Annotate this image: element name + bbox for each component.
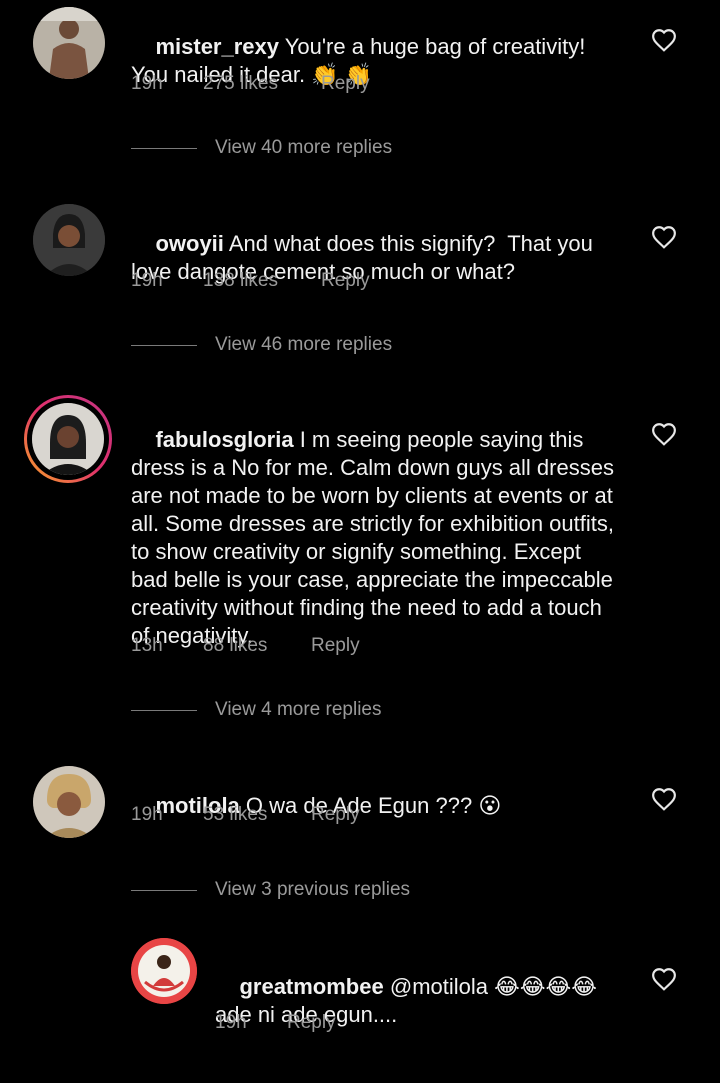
divider-line xyxy=(131,344,197,346)
comment-likes[interactable]: 275 likes xyxy=(203,72,321,96)
avatar-image xyxy=(33,7,105,79)
reply-button[interactable]: Reply xyxy=(311,634,360,658)
view-previous-replies-button[interactable]: View 3 previous replies xyxy=(131,878,410,902)
heart-outline-icon xyxy=(652,968,676,991)
comment-username[interactable]: owoyii xyxy=(155,231,223,256)
comment-likes[interactable]: 138 likes xyxy=(203,269,321,293)
reply-button[interactable]: Reply xyxy=(321,72,370,96)
divider-line xyxy=(131,889,197,891)
comment-item: owoyii And what does this signify? That … xyxy=(0,197,720,367)
heart-outline-icon xyxy=(652,788,676,811)
comment-meta: 19h 275 likes Reply xyxy=(131,72,370,96)
heart-outline-icon xyxy=(652,226,676,249)
reply-button[interactable]: Reply xyxy=(311,803,360,827)
view-replies-label: View 4 more replies xyxy=(215,699,382,720)
avatar-image xyxy=(32,403,104,475)
comment-time: 19h xyxy=(131,804,163,825)
comment-likes[interactable]: 88 likes xyxy=(203,634,311,658)
view-replies-label: View 46 more replies xyxy=(215,334,393,355)
divider-line xyxy=(131,709,197,711)
comment-item: mister_rexy You're a huge bag of creativ… xyxy=(0,0,720,170)
comment-meta: 19h 138 likes Reply xyxy=(131,269,370,293)
avatar[interactable] xyxy=(131,938,197,1004)
avatar-image xyxy=(33,204,105,276)
comment-meta: 19h Reply xyxy=(215,1011,336,1035)
story-ring[interactable] xyxy=(24,395,112,483)
avatar-image xyxy=(33,766,105,838)
avatar[interactable] xyxy=(33,766,105,838)
like-button[interactable] xyxy=(651,787,677,811)
like-button[interactable] xyxy=(651,225,677,249)
comment-username[interactable]: greatmombee xyxy=(239,974,383,999)
comment-body: I m seeing people saying this dress is a… xyxy=(131,427,621,648)
comment-time: 13h xyxy=(131,635,163,656)
comment-text: mister_rexy You're a huge bag of creativ… xyxy=(131,5,611,117)
comment-text: greatmombee @motilola 😂😂😂😂 ade ni ade eg… xyxy=(215,945,615,1057)
view-replies-label: View 3 previous replies xyxy=(215,879,411,900)
view-replies-label: View 40 more replies xyxy=(215,137,393,158)
like-button[interactable] xyxy=(651,422,677,446)
comment-item: fabulosgloria I m seeing people saying t… xyxy=(0,394,720,724)
view-more-replies-button[interactable]: View 40 more replies xyxy=(131,136,392,160)
like-button[interactable] xyxy=(651,28,677,52)
comment-text: owoyii And what does this signify? That … xyxy=(131,202,611,314)
view-more-replies-button[interactable]: View 46 more replies xyxy=(131,333,392,357)
heart-outline-icon xyxy=(652,423,676,446)
avatar-image xyxy=(131,938,197,1004)
avatar[interactable] xyxy=(33,7,105,79)
divider-line xyxy=(131,147,197,149)
view-more-replies-button[interactable]: View 4 more replies xyxy=(131,698,382,722)
comment-time: 19h xyxy=(131,270,163,291)
comment-time: 19h xyxy=(215,1012,247,1033)
like-button[interactable] xyxy=(651,967,677,991)
comment-item: motilola O wa de Ade Egun ??? 😮 19h 53 l… xyxy=(0,759,720,909)
avatar[interactable] xyxy=(33,204,105,276)
comment-username[interactable]: mister_rexy xyxy=(155,34,279,59)
avatar xyxy=(32,403,104,475)
reply-button[interactable]: Reply xyxy=(321,269,370,293)
reply-button[interactable]: Reply xyxy=(287,1011,336,1035)
comment-time: 19h xyxy=(131,73,163,94)
comment-meta: 19h 53 likes Reply xyxy=(131,803,360,827)
heart-outline-icon xyxy=(652,29,676,52)
comment-likes[interactable]: 53 likes xyxy=(203,803,311,827)
comment-username[interactable]: fabulosgloria xyxy=(155,427,293,452)
reply-item: greatmombee @motilola 😂😂😂😂 ade ni ade eg… xyxy=(0,938,720,1048)
comment-meta: 13h 88 likes Reply xyxy=(131,634,360,658)
